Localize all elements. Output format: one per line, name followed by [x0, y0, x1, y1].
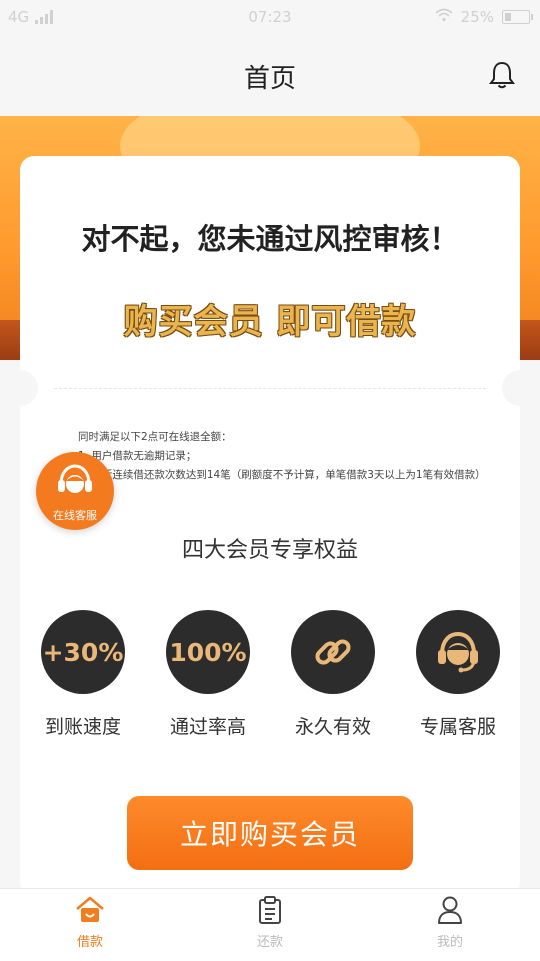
nav-tab-mine[interactable]: 我的 — [360, 895, 540, 950]
benefit-speed: +30% 到账速度 — [28, 610, 138, 739]
benefit-label: 通过率高 — [169, 716, 246, 738]
link-icon — [291, 610, 375, 694]
nav-label: 我的 — [436, 935, 463, 950]
status-bar: 4G 07:23 25% — [0, 0, 540, 34]
rule-line: 同时满足以下2点可在线退全额： — [78, 431, 232, 443]
risk-result-card: 对不起，您未通过风控审核！ 购买会员 即可借款 同时满足以下2点可在线退全额： … — [2, 156, 538, 896]
bottom-nav: 借款 还款 我的 — [0, 888, 540, 961]
online-service-button[interactable]: 在线客服 — [36, 452, 114, 530]
benefits-list: +30% 到账速度 100% 通过率高 永久有效 专属客服 — [20, 610, 520, 750]
bell-icon[interactable] — [488, 60, 516, 90]
card-notch-right — [502, 370, 538, 406]
card-notch-left — [2, 370, 38, 406]
nav-label: 还款 — [256, 935, 283, 950]
benefit-exclusive-service: 专属客服 — [403, 610, 513, 739]
buy-membership-button[interactable]: 立即购买会员 — [127, 796, 413, 870]
nav-tab-repay[interactable]: 还款 — [180, 895, 360, 950]
nav-label: 借款 — [76, 935, 103, 950]
divider — [54, 388, 486, 389]
benefit-label: 永久有效 — [294, 716, 371, 738]
nav-tab-borrow[interactable]: 借款 — [0, 895, 180, 950]
battery-icon — [502, 10, 533, 24]
home-icon — [0, 895, 180, 927]
risk-fail-title: 对不起，您未通过风控审核！ — [81, 222, 459, 256]
pass-rate-badge-icon: 100% — [166, 610, 250, 694]
benefit-label: 到账速度 — [44, 716, 121, 738]
online-service-label: 在线客服 — [53, 509, 97, 522]
clipboard-icon — [180, 895, 360, 927]
membership-slogan: 购买会员 即可借款 — [123, 302, 417, 342]
rule-line: 2. 最近连续借还款次数达到14笔（刷额度不予计算，单笔借款3天以上为1笔有效借… — [78, 469, 486, 481]
wifi-icon — [435, 8, 453, 26]
customer-service-icon — [58, 464, 92, 493]
customer-service-icon — [416, 610, 500, 694]
page-title: 首页 — [243, 64, 296, 94]
benefit-permanent: 永久有效 — [278, 610, 388, 739]
battery-percent: 25% — [460, 8, 494, 26]
speed-badge-icon: +30% — [41, 610, 125, 694]
benefit-label: 专属客服 — [419, 716, 496, 738]
benefit-pass-rate: 100% 通过率高 — [153, 610, 263, 739]
rule-line: 1. 用户借款无逾期记录； — [78, 450, 197, 462]
user-icon — [360, 895, 540, 927]
app-header: 首页 — [0, 34, 540, 116]
refund-rules: 同时满足以下2点可在线退全额： 1. 用户借款无逾期记录； 2. 最近连续借还款… — [78, 428, 498, 485]
status-right: 25% — [435, 8, 533, 26]
benefits-title: 四大会员专享权益 — [181, 538, 358, 563]
